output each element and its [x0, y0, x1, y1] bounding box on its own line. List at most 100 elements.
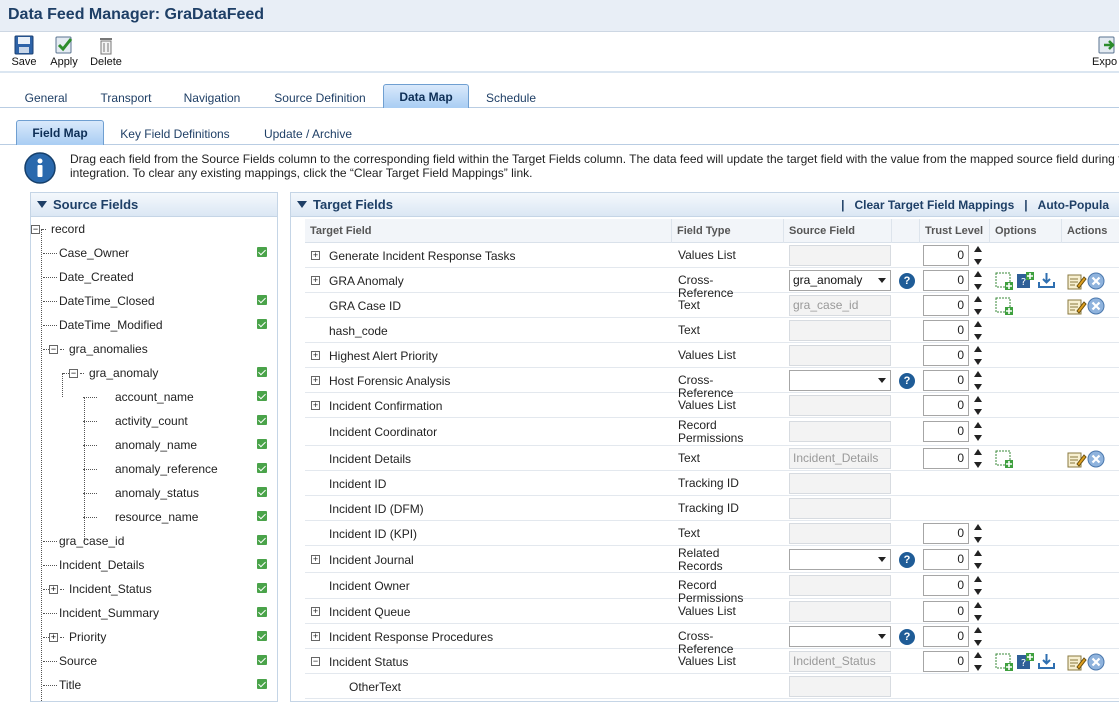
arrow-up-icon[interactable]: [974, 550, 982, 556]
source-field-item[interactable]: Title: [31, 673, 277, 697]
add-mapping-icon[interactable]: [995, 653, 1015, 673]
collapse-icon[interactable]: −: [311, 657, 320, 666]
remove-icon[interactable]: [1087, 450, 1105, 468]
arrow-up-icon[interactable]: [974, 371, 982, 377]
trust-level-input[interactable]: 0: [923, 345, 969, 366]
tab-general[interactable]: General: [14, 84, 78, 108]
tab-source-definition[interactable]: Source Definition: [264, 84, 376, 108]
trust-level-stepper[interactable]: [973, 295, 983, 317]
source-field-item[interactable]: anomaly_status: [31, 481, 277, 505]
source-field-item[interactable]: anomaly_reference: [31, 457, 277, 481]
tab-schedule[interactable]: Schedule: [476, 84, 546, 108]
trust-level-input[interactable]: 0: [923, 245, 969, 266]
source-field-select[interactable]: gra_anomaly: [789, 270, 891, 291]
arrow-up-icon[interactable]: [974, 271, 982, 277]
tab-data-map[interactable]: Data Map: [383, 84, 469, 108]
source-field-item[interactable]: + Incident_Status: [31, 577, 277, 601]
expand-icon[interactable]: +: [311, 632, 320, 641]
trust-level-input[interactable]: 0: [923, 575, 969, 596]
arrow-down-icon[interactable]: [974, 615, 982, 621]
source-field-select[interactable]: [789, 370, 891, 391]
collapse-icon[interactable]: −: [31, 225, 40, 234]
help-icon[interactable]: ?: [899, 552, 915, 568]
edit-icon[interactable]: [1067, 272, 1087, 290]
trust-level-input[interactable]: 0: [923, 270, 969, 291]
arrow-up-icon[interactable]: [974, 627, 982, 633]
source-field-item[interactable]: − record: [31, 217, 277, 241]
arrow-down-icon[interactable]: [974, 259, 982, 265]
trust-level-input[interactable]: 0: [923, 651, 969, 672]
arrow-up-icon[interactable]: [974, 396, 982, 402]
trust-level-stepper[interactable]: [973, 245, 983, 267]
col-options[interactable]: Options: [990, 219, 1062, 243]
download-icon[interactable]: [1037, 653, 1057, 671]
expand-icon[interactable]: +: [49, 585, 58, 594]
trust-level-input[interactable]: 0: [923, 601, 969, 622]
col-actions[interactable]: Actions: [1062, 219, 1119, 243]
source-field-item[interactable]: Date_Created: [31, 265, 277, 289]
source-field-item[interactable]: DateTime_Modified: [31, 313, 277, 337]
download-icon[interactable]: [1037, 272, 1057, 290]
arrow-down-icon[interactable]: [974, 309, 982, 315]
edit-icon[interactable]: [1067, 653, 1087, 671]
trust-level-input[interactable]: 0: [923, 626, 969, 647]
expand-icon[interactable]: +: [311, 401, 320, 410]
trust-level-stepper[interactable]: [973, 626, 983, 648]
arrow-down-icon[interactable]: [974, 409, 982, 415]
export-button[interactable]: Expo: [1092, 35, 1119, 68]
arrow-up-icon[interactable]: [974, 321, 982, 327]
lookup-icon[interactable]: ?: [1016, 653, 1036, 673]
source-field-item[interactable]: account_name: [31, 385, 277, 409]
help-icon[interactable]: ?: [899, 273, 915, 289]
trust-level-input[interactable]: 0: [923, 295, 969, 316]
source-field-item[interactable]: resource_name: [31, 505, 277, 529]
arrow-up-icon[interactable]: [974, 296, 982, 302]
trust-level-stepper[interactable]: [973, 523, 983, 545]
help-icon[interactable]: ?: [899, 629, 915, 645]
source-field-item[interactable]: Source: [31, 649, 277, 673]
source-field-item[interactable]: anomaly_name: [31, 433, 277, 457]
arrow-down-icon[interactable]: [974, 563, 982, 569]
arrow-down-icon[interactable]: [974, 640, 982, 646]
trust-level-stepper[interactable]: [973, 651, 983, 673]
arrow-up-icon[interactable]: [974, 602, 982, 608]
col-target-field[interactable]: Target Field: [305, 219, 672, 243]
trust-level-stepper[interactable]: [973, 270, 983, 292]
arrow-up-icon[interactable]: [974, 449, 982, 455]
arrow-down-icon[interactable]: [974, 284, 982, 290]
trust-level-stepper[interactable]: [973, 601, 983, 623]
col-field-type[interactable]: Field Type: [672, 219, 784, 243]
trust-level-input[interactable]: 0: [923, 370, 969, 391]
col-trust-level[interactable]: Trust Level: [920, 219, 990, 243]
add-mapping-icon[interactable]: [995, 450, 1015, 470]
tab-transport[interactable]: Transport: [90, 84, 162, 108]
arrow-down-icon[interactable]: [974, 334, 982, 340]
remove-icon[interactable]: [1087, 653, 1105, 671]
source-field-item[interactable]: activity_count: [31, 409, 277, 433]
trust-level-stepper[interactable]: [973, 320, 983, 342]
tab-key-field-definitions[interactable]: Key Field Definitions: [112, 120, 238, 145]
arrow-down-icon[interactable]: [974, 435, 982, 441]
source-field-item[interactable]: Case_Owner: [31, 241, 277, 265]
arrow-up-icon[interactable]: [974, 346, 982, 352]
trust-level-stepper[interactable]: [973, 395, 983, 417]
arrow-up-icon[interactable]: [974, 422, 982, 428]
trust-level-stepper[interactable]: [973, 345, 983, 367]
source-fields-header[interactable]: Source Fields: [31, 193, 277, 217]
arrow-down-icon[interactable]: [974, 359, 982, 365]
source-field-select[interactable]: [789, 626, 891, 647]
add-mapping-icon[interactable]: [995, 297, 1015, 317]
trust-level-stepper[interactable]: [973, 370, 983, 392]
expand-icon[interactable]: +: [49, 633, 58, 642]
source-field-item[interactable]: gra_case_id: [31, 529, 277, 553]
arrow-down-icon[interactable]: [974, 384, 982, 390]
source-field-item[interactable]: − gra_anomalies: [31, 337, 277, 361]
arrow-up-icon[interactable]: [974, 576, 982, 582]
trust-level-input[interactable]: 0: [923, 448, 969, 469]
arrow-down-icon[interactable]: [974, 462, 982, 468]
trust-level-input[interactable]: 0: [923, 523, 969, 544]
expand-icon[interactable]: +: [311, 607, 320, 616]
help-icon[interactable]: ?: [899, 373, 915, 389]
auto-populate-link[interactable]: Auto-Popula: [1038, 198, 1109, 212]
collapse-icon[interactable]: −: [49, 345, 58, 354]
